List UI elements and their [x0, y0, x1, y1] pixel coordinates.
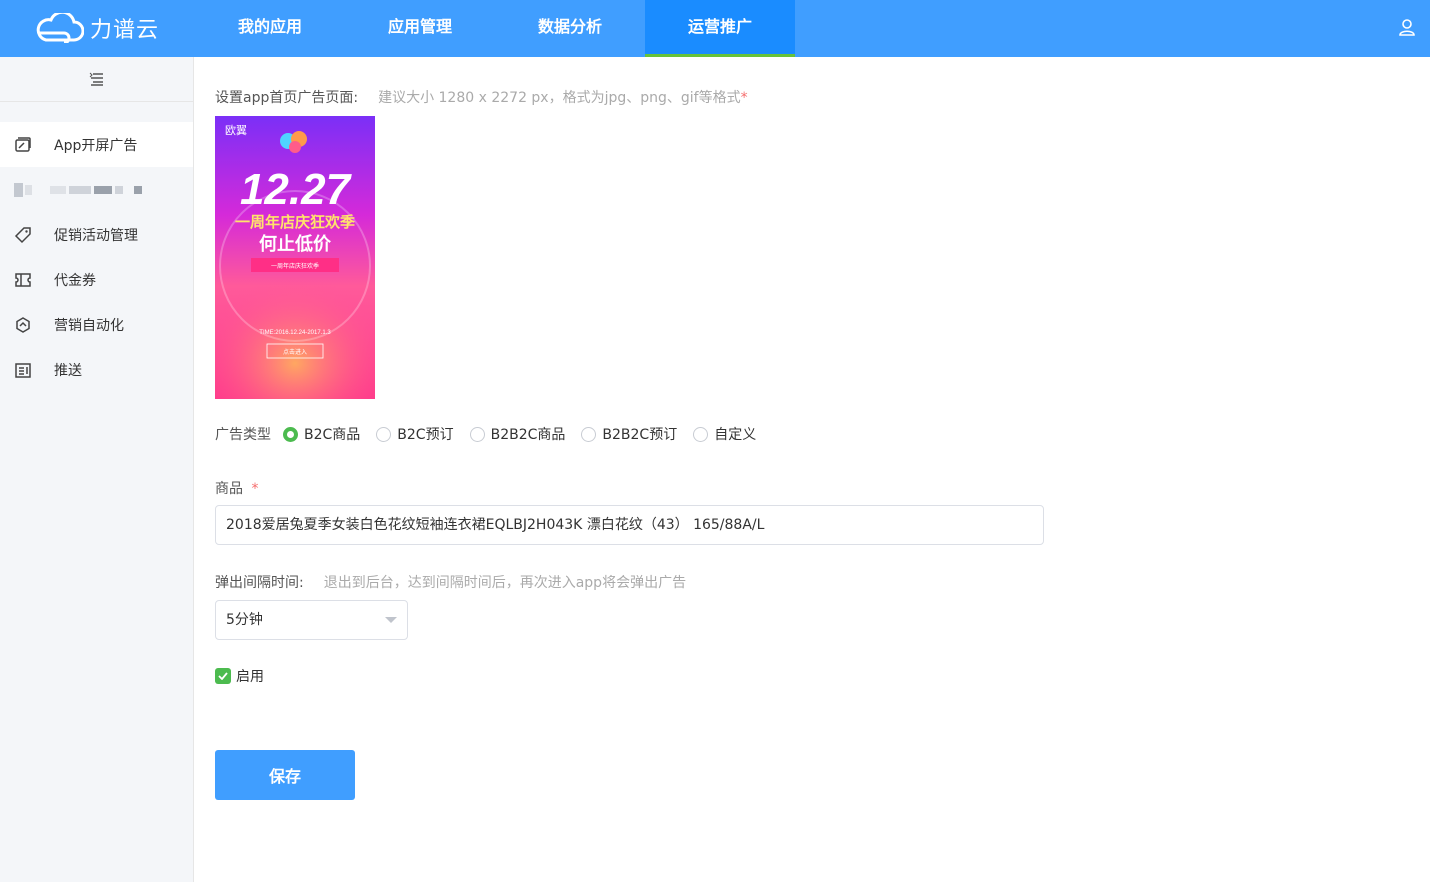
radio-custom[interactable]: 自定义 — [693, 424, 756, 444]
cloud-logo-icon — [36, 13, 84, 43]
sidebar-item-marketing-automation[interactable]: 营销自动化 — [0, 302, 193, 347]
sidebar-item-blurred[interactable] — [0, 167, 193, 212]
push-icon — [14, 361, 32, 379]
ad-type-row: 广告类型 B2C商品 B2C预订 B2B2C商品 B2B2C预订 自定义 — [215, 424, 772, 444]
interval-select-value: 5分钟 — [226, 612, 263, 628]
required-mark: * — [251, 481, 259, 497]
sidebar-item-app-splash-ad[interactable]: App开屏广告 — [0, 122, 193, 167]
ad-type-label: 广告类型 — [215, 427, 271, 443]
sidebar-item-push[interactable]: 推送 — [0, 347, 193, 392]
ad-headline-text: 一周年店庆狂欢季 — [235, 213, 355, 231]
interval-row: 弹出间隔时间: 退出到后台，达到间隔时间后，再次进入app将会弹出广告 — [215, 572, 686, 592]
tag-icon — [14, 226, 32, 244]
brand-logo[interactable]: 力谱云 — [34, 12, 159, 44]
nav-item-app-management[interactable]: 应用管理 — [345, 0, 495, 57]
ad-brand-text: 欧翼 — [225, 124, 247, 137]
ad-date-text: 12.27 — [240, 165, 353, 214]
sidebar-item-label: 代金券 — [54, 272, 96, 289]
goods-input[interactable]: 2018爱居兔夏季女装白色花纹短袖连衣裙EQLBJ2H043K 漂白花纹（43）… — [215, 505, 1044, 545]
sidebar-collapse-toggle[interactable] — [0, 57, 193, 102]
sidebar-item-label: 促销活动管理 — [54, 227, 138, 244]
nav-item-my-apps[interactable]: 我的应用 — [195, 0, 345, 57]
ad-page-label: 设置app首页广告页面: — [215, 90, 359, 106]
nav-item-data-analysis[interactable]: 数据分析 — [495, 0, 645, 57]
top-navbar: 力谱云 我的应用 应用管理 数据分析 运营推广 — [0, 0, 1430, 57]
radio-label: B2C预订 — [397, 427, 454, 443]
interval-hint: 退出到后台，达到间隔时间后，再次进入app将会弹出广告 — [323, 575, 687, 591]
main-nav: 我的应用 应用管理 数据分析 运营推广 — [195, 0, 795, 57]
blurred-label — [50, 185, 145, 194]
chevron-down-icon — [385, 617, 397, 623]
interval-label: 弹出间隔时间: — [215, 575, 304, 591]
radio-label: B2B2C预订 — [602, 427, 678, 443]
radio-label: B2B2C商品 — [490, 427, 566, 443]
interval-select[interactable]: 5分钟 — [215, 600, 408, 640]
radio-b2b2c-goods[interactable]: B2B2C商品 — [469, 424, 566, 444]
radio-dot — [693, 426, 709, 442]
ad-page-row: 设置app首页广告页面: 建议大小 1280 x 2272 px，格式为jpg、p… — [215, 87, 748, 107]
sidebar-item-label: 推送 — [54, 362, 82, 379]
radio-dot — [283, 426, 298, 442]
sidebar: App开屏广告 促销活动管理 代金券 营销自动化 推送 — [0, 57, 194, 882]
sidebar-item-label: App开屏广告 — [54, 137, 138, 154]
checkbox-checked-icon — [215, 668, 231, 684]
sidebar-item-voucher[interactable]: 代金券 — [0, 257, 193, 302]
sidebar-item-label: 营销自动化 — [54, 317, 124, 334]
ad-poster-image: 12.27 一周年店庆狂欢季 何止低价 一周年店庆狂欢季 欧翼 TIME:201… — [215, 116, 375, 399]
ad-subheadline-text: 何止低价 — [259, 233, 332, 255]
menu-fold-icon — [89, 72, 103, 86]
ad-image-upload[interactable]: 12.27 一周年店庆狂欢季 何止低价 一周年店庆狂欢季 欧翼 TIME:201… — [215, 116, 375, 399]
hexagon-icon — [14, 316, 32, 334]
brand-name: 力谱云 — [90, 18, 160, 43]
radio-b2c-booking[interactable]: B2C预订 — [376, 424, 454, 444]
blurred-icon — [14, 181, 32, 199]
user-icon[interactable] — [1398, 18, 1416, 36]
radio-b2c-goods[interactable]: B2C商品 — [283, 424, 360, 444]
radio-label: B2C商品 — [304, 427, 361, 443]
ad-cta-text: 点击进入 — [283, 348, 307, 356]
nav-item-operations-promotion[interactable]: 运营推广 — [645, 0, 795, 57]
ad-screen-icon — [14, 136, 32, 154]
enable-label: 启用 — [236, 669, 264, 685]
ad-page-hint: 建议大小 1280 x 2272 px，格式为jpg、png、gif等格式 — [378, 90, 741, 106]
required-mark: * — [740, 90, 748, 106]
ticket-icon — [14, 271, 32, 289]
goods-label-row: 商品 * — [215, 478, 258, 498]
radio-b2b2c-booking[interactable]: B2B2C预订 — [581, 424, 677, 444]
radio-dot — [469, 426, 485, 442]
ad-ribbon-text: 一周年店庆狂欢季 — [271, 262, 319, 270]
radio-dot — [376, 426, 392, 442]
ad-time-text: TIME:2016.12.24-2017.1.3 — [259, 330, 331, 336]
sidebar-item-promotion[interactable]: 促销活动管理 — [0, 212, 193, 257]
save-button[interactable]: 保存 — [215, 750, 355, 800]
goods-label: 商品 — [215, 481, 243, 497]
radio-dot — [581, 426, 597, 442]
radio-label: 自定义 — [714, 427, 757, 443]
enable-checkbox[interactable]: 启用 — [215, 666, 264, 686]
